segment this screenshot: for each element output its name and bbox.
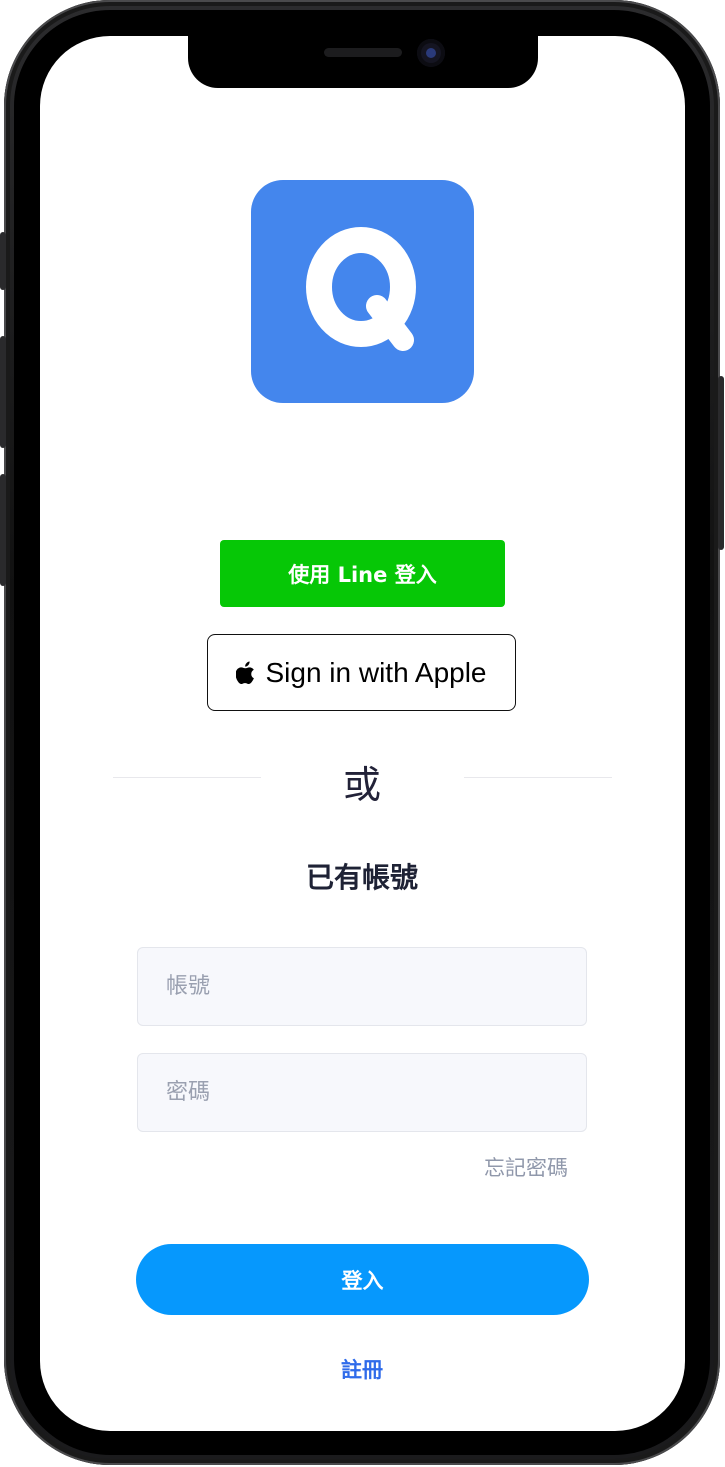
- silent-switch: [0, 232, 6, 290]
- apple-logo-icon: [236, 661, 255, 684]
- speaker-grille: [324, 48, 402, 57]
- power-button: [718, 376, 724, 550]
- notch: [188, 36, 538, 88]
- app-screen: Q 使用 Line 登入 Sign in with Apple 或 已有帳號 忘…: [40, 36, 685, 1431]
- account-input[interactable]: [137, 947, 587, 1026]
- q-logo-icon: Q: [306, 227, 416, 351]
- login-heading: 已有帳號: [305, 861, 418, 894]
- forgot-password-link[interactable]: 忘記密碼: [440, 1152, 568, 1182]
- line-login-button[interactable]: 使用 Line 登入: [220, 540, 505, 607]
- front-camera: [417, 39, 445, 67]
- or-separator: 或: [342, 763, 381, 807]
- apple-signin-button[interactable]: Sign in with Apple: [207, 634, 516, 711]
- line-login-label: 使用 Line 登入: [288, 562, 437, 587]
- login-button[interactable]: 登入: [136, 1244, 589, 1315]
- app-logo: Q: [251, 180, 474, 403]
- volume-up-button: [0, 336, 6, 448]
- apple-signin-label: Sign in with Apple: [265, 656, 487, 688]
- login-button-label: 登入: [341, 1268, 384, 1293]
- volume-down-button: [0, 474, 6, 586]
- password-input[interactable]: [137, 1053, 587, 1132]
- divider-left: [113, 777, 261, 778]
- register-link[interactable]: 註冊: [262, 1354, 462, 1384]
- divider-right: [464, 777, 612, 778]
